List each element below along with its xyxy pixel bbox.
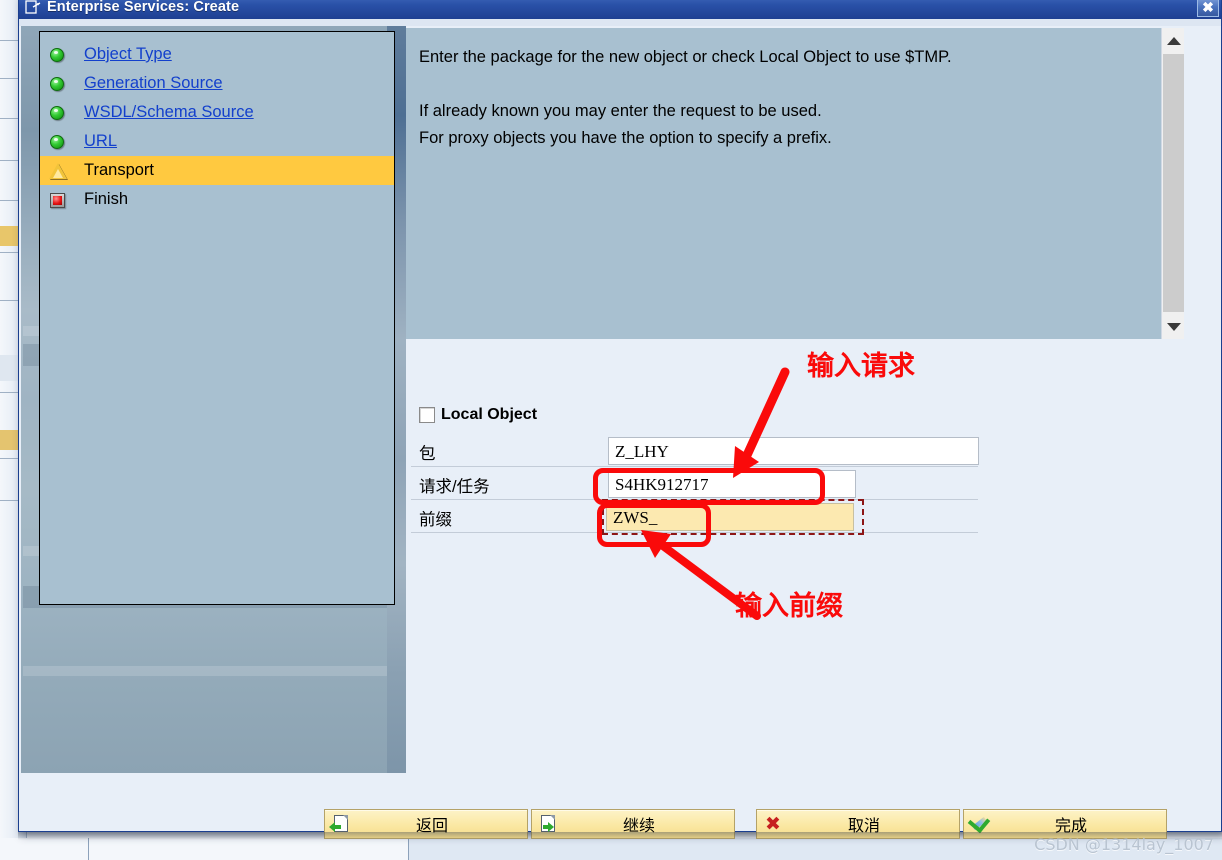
package-input[interactable]: Z_LHY — [608, 437, 979, 465]
sidebar-item-label: WSDL/Schema Source — [84, 103, 254, 121]
green-status-icon — [48, 131, 70, 153]
warning-triangle-icon — [48, 160, 70, 182]
sidebar-item-generation-source[interactable]: Generation Source — [40, 69, 394, 98]
dialog-title: Enterprise Services: Create — [47, 0, 240, 15]
dialog-body: Object Type Generation Source WSDL/Schem… — [19, 26, 1222, 839]
request-task-input[interactable]: S4HK912717 — [608, 470, 856, 498]
background-status-divider — [88, 838, 89, 860]
dialog-title-bar: Enterprise Services: Create ✖ — [19, 0, 1221, 19]
transport-form: Local Object 包 Z_LHY 请求/任务 S4HK912717 前缀 — [406, 339, 1199, 759]
request-task-label: 请求/任务 — [419, 478, 490, 496]
local-object-label: Local Object — [441, 406, 538, 423]
wizard-step-tree: Object Type Generation Source WSDL/Schem… — [39, 31, 395, 605]
scroll-down-button[interactable] — [1162, 314, 1185, 339]
scrollbar-thumb[interactable] — [1163, 54, 1184, 312]
enterprise-services-create-dialog: Enterprise Services: Create ✖ Object Typ… — [18, 0, 1222, 839]
annotation-enter-prefix-text: 输入前缀 — [735, 591, 843, 622]
sidebar-item-label: Generation Source — [84, 74, 223, 92]
local-object-checkbox[interactable] — [419, 407, 435, 423]
sidebar-item-url[interactable]: URL — [40, 127, 394, 156]
sidebar-item-finish[interactable]: Finish — [40, 185, 394, 214]
sidebar-item-label: Finish — [84, 190, 129, 208]
instruction-scrollbar[interactable] — [1161, 28, 1185, 339]
chevron-up-icon — [1166, 36, 1181, 45]
background-status-divider-2 — [408, 838, 409, 860]
prefix-input[interactable]: ZWS_ — [606, 503, 854, 531]
scrollbar-gutter — [1184, 28, 1199, 339]
green-status-icon — [48, 102, 70, 124]
red-stop-icon — [48, 189, 70, 211]
annotation-enter-request-text: 输入请求 — [807, 351, 915, 382]
green-status-icon — [48, 44, 70, 66]
instruction-text: Enter the package for the new object or … — [419, 48, 952, 147]
package-label: 包 — [419, 445, 436, 463]
green-status-icon — [48, 73, 70, 95]
local-object-row[interactable]: Local Object — [419, 406, 537, 424]
sidebar-item-wsdl-schema-source[interactable]: WSDL/Schema Source — [40, 98, 394, 127]
scroll-up-button[interactable] — [1162, 28, 1185, 53]
prefix-label: 前缀 — [419, 511, 452, 529]
sidebar-item-label: Transport — [84, 161, 154, 179]
sidebar-item-label: Object Type — [84, 45, 172, 63]
instruction-panel: Enter the package for the new object or … — [406, 28, 1161, 339]
package-row: 包 Z_LHY — [406, 435, 1199, 467]
watermark: CSDN @1314lay_1007 — [1034, 835, 1214, 854]
create-document-icon — [25, 0, 41, 14]
sidebar-item-object-type[interactable]: Object Type — [40, 40, 394, 69]
sidebar-item-label: URL — [84, 132, 118, 150]
chevron-down-icon — [1166, 322, 1181, 331]
dialog-button-bar: 返回 继续 ✖ 取消 完成 — [19, 774, 1222, 839]
request-task-row: 请求/任务 S4HK912717 — [406, 468, 1199, 500]
prefix-row: 前缀 ZWS_ — [406, 501, 1199, 533]
screen: Enterprise Services: Create ✖ Object Typ… — [0, 0, 1222, 860]
close-icon[interactable]: ✖ — [1197, 0, 1219, 17]
sidebar-item-transport[interactable]: Transport — [40, 156, 394, 185]
